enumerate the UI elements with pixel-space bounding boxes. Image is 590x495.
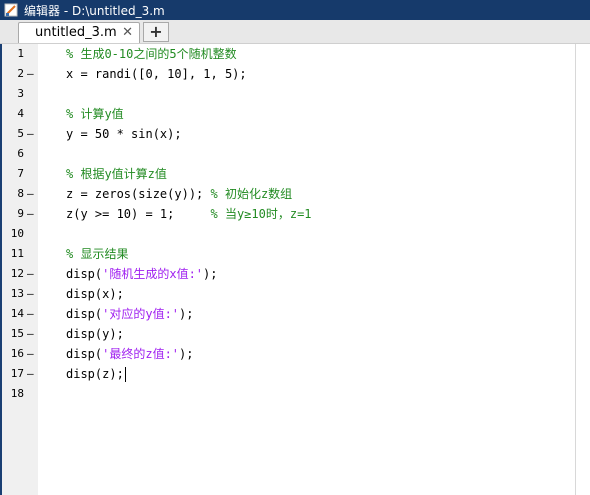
line-number: 2 [17,67,24,80]
code-text: y = 50 * sin(x); [66,124,182,144]
code-line[interactable]: 16– disp('最终的z值:'); [0,344,590,364]
line-number: 10 [10,227,24,240]
window-left-border [0,44,2,495]
code-string: '随机生成的x值:' [102,267,204,281]
line-number: 8 [17,187,24,200]
code-comment: % 生成0-10之间的5个随机整数 [66,47,237,61]
code-token: disp(x); [66,287,124,301]
code-comment: % 初始化z数组 [210,187,293,201]
code-line[interactable]: 13– disp(x); [0,284,590,304]
code-line[interactable]: 6 [0,144,590,164]
line-number: 3 [17,87,24,100]
breakpoint-marker[interactable]: – [27,344,34,364]
code-line[interactable]: 15– disp(y); [0,324,590,344]
code-line[interactable]: 5– y = 50 * sin(x); [0,124,590,144]
code-token: disp( [66,347,103,361]
editor-app-icon [4,3,18,17]
breakpoint-marker[interactable]: – [27,64,34,84]
code-token: disp( [66,307,103,321]
code-line[interactable]: 8– z = zeros(size(y)); % 初始化z数组 [0,184,590,204]
code-token: y = 50 * sin(x); [66,127,182,141]
code-line[interactable]: 3 [0,84,590,104]
code-text: disp('对应的y值:'); [66,304,193,324]
breakpoint-marker[interactable]: – [27,284,34,304]
code-text: % 根据y值计算z值 [66,164,167,184]
code-token: disp(y); [66,327,124,341]
line-number: 1 [17,47,24,60]
code-text: % 计算y值 [66,104,124,124]
tab-bar: untitled_3.m ✕ + [0,20,590,44]
code-token: ); [179,307,194,321]
code-token: ); [179,347,194,361]
code-comment: % 当y≥10时，z=1 [210,207,312,221]
breakpoint-marker[interactable]: – [27,124,34,144]
code-editor[interactable]: 1% 生成0-10之间的5个随机整数 2– x = randi([0, 10], 1… [0,44,590,495]
code-comment: % 显示结果 [66,247,129,261]
code-line[interactable]: 9– z(y >= 10) = 1; % 当y≥10时，z=1 [0,204,590,224]
code-token: z = zeros(size(y)); [66,187,211,201]
code-line[interactable]: 4 % 计算y值 [0,104,590,124]
tab-untitled-3[interactable]: untitled_3.m ✕ [18,22,140,43]
breakpoint-marker[interactable]: – [27,204,34,224]
line-number: 15 [10,327,24,340]
line-number: 13 [10,287,24,300]
code-line[interactable]: 1 % 生成0-10之间的5个随机整数 [0,44,590,64]
line-number: 16 [10,347,24,360]
code-comment: % 根据y值计算z值 [66,167,167,181]
line-number: 17 [10,367,24,380]
code-line[interactable]: 12– disp('随机生成的x值:'); [0,264,590,284]
line-number: 6 [17,147,24,160]
code-text: disp(y); [66,324,124,344]
code-text: x = randi([0, 10], 1, 5); [66,64,247,84]
code-string: '对应的y值:' [102,307,180,321]
code-line[interactable]: 10 [0,224,590,244]
line-number: 4 [17,107,24,120]
code-line[interactable]: 17– disp(z); [0,364,590,384]
code-line[interactable]: 2– x = randi([0, 10], 1, 5); [0,64,590,84]
breakpoint-marker[interactable]: – [27,304,34,324]
tab-label: untitled_3.m [35,25,117,40]
line-number: 18 [10,387,24,400]
code-string: '最终的z值:' [102,347,180,361]
code-comment: % 计算y值 [66,107,124,121]
code-text: disp('最终的z值:'); [66,344,193,364]
line-number: 5 [17,127,24,140]
breakpoint-marker[interactable]: – [27,364,34,384]
code-token: disp( [66,267,103,281]
code-line[interactable]: 7 % 根据y值计算z值 [0,164,590,184]
code-text: z(y >= 10) = 1; % 当y≥10时，z=1 [66,204,312,224]
code-token: x = randi([0, 10], 1, 5); [66,67,247,81]
right-margin-line [575,44,576,495]
text-cursor [124,367,126,382]
code-token: disp(z); [66,367,124,381]
line-number: 14 [10,307,24,320]
code-text: disp(x); [66,284,124,304]
code-token: z(y >= 10) = 1; [66,207,211,221]
code-text: % 生成0-10之间的5个随机整数 [66,44,237,64]
code-line[interactable]: 18 [0,384,590,404]
line-number: 7 [17,167,24,180]
breakpoint-marker[interactable]: – [27,184,34,204]
breakpoint-marker[interactable]: – [27,324,34,344]
code-token: ); [203,267,218,281]
code-text: % 显示结果 [66,244,128,264]
code-text: disp(z); [66,364,126,384]
code-line[interactable]: 11 % 显示结果 [0,244,590,264]
line-number: 12 [10,267,24,280]
add-tab-button[interactable]: + [143,22,169,42]
close-icon[interactable]: ✕ [122,24,133,40]
title-bar: 编辑器 - D:\untitled_3.m [0,0,590,20]
code-line[interactable]: 14– disp('对应的y值:'); [0,304,590,324]
breakpoint-marker[interactable]: – [27,264,34,284]
line-number: 11 [10,247,24,260]
code-text: disp('随机生成的x值:'); [66,264,217,284]
window-title: 编辑器 - D:\untitled_3.m [24,3,165,18]
code-text: z = zeros(size(y)); % 初始化z数组 [66,184,292,204]
line-number: 9 [17,207,24,220]
